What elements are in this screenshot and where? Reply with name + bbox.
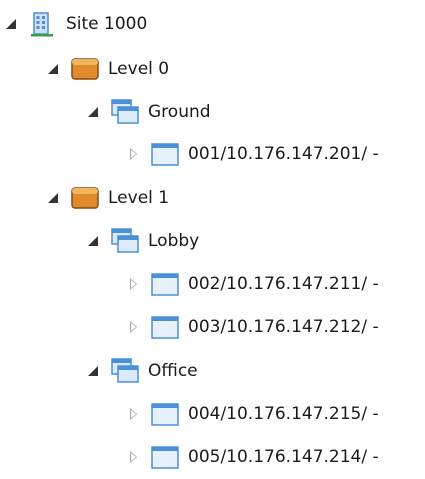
device-icon (150, 313, 180, 341)
expand-arrow-icon[interactable] (46, 191, 60, 205)
collapse-arrow-icon[interactable] (126, 407, 140, 421)
tree-node-label: Level 1 (108, 188, 170, 208)
tree-node-label: Ground (148, 102, 211, 122)
window-group-icon (110, 98, 140, 126)
level-icon (70, 55, 100, 83)
tree-node-label: Lobby (148, 231, 200, 251)
site-tree: Site 1000 Level 0 Ground 001/10.176.147.… (0, 0, 425, 479)
window-group-icon (110, 227, 140, 255)
tree-node-lobby[interactable]: Lobby (86, 221, 199, 261)
tree-node-level-1[interactable]: Level 1 (46, 178, 169, 218)
tree-node-device-004[interactable]: 004/10.176.147.215/ - (126, 394, 379, 434)
tree-node-label: Site 1000 (66, 14, 148, 34)
expand-arrow-icon[interactable] (46, 62, 60, 76)
tree-node-device-001[interactable]: 001/10.176.147.201/ - (126, 134, 379, 174)
collapse-arrow-icon[interactable] (126, 147, 140, 161)
collapse-arrow-icon[interactable] (126, 450, 140, 464)
level-icon (70, 184, 100, 212)
collapse-arrow-icon[interactable] (126, 277, 140, 291)
tree-node-device-003[interactable]: 003/10.176.147.212/ - (126, 307, 379, 347)
expand-arrow-icon[interactable] (86, 234, 100, 248)
expand-arrow-icon[interactable] (4, 17, 18, 31)
collapse-arrow-icon[interactable] (126, 320, 140, 334)
tree-node-label: 002/10.176.147.211/ - (188, 274, 379, 294)
tree-node-label: Level 0 (108, 59, 170, 79)
device-icon (150, 443, 180, 471)
tree-node-ground[interactable]: Ground (86, 92, 211, 132)
tree-node-device-002[interactable]: 002/10.176.147.211/ - (126, 264, 379, 304)
device-icon (150, 140, 180, 168)
tree-node-site-1000[interactable]: Site 1000 (4, 4, 147, 44)
device-icon (150, 400, 180, 428)
tree-node-label: Office (148, 361, 198, 381)
tree-node-label: 004/10.176.147.215/ - (188, 404, 379, 424)
tree-node-label: 005/10.176.147.214/ - (188, 447, 379, 467)
expand-arrow-icon[interactable] (86, 364, 100, 378)
tree-node-label: 001/10.176.147.201/ - (188, 144, 379, 164)
window-group-icon (110, 357, 140, 385)
tree-node-level-0[interactable]: Level 0 (46, 49, 169, 89)
expand-arrow-icon[interactable] (86, 105, 100, 119)
tree-node-label: 003/10.176.147.212/ - (188, 317, 379, 337)
device-icon (150, 270, 180, 298)
building-icon (28, 10, 58, 38)
tree-node-device-005[interactable]: 005/10.176.147.214/ - (126, 437, 379, 477)
tree-node-office[interactable]: Office (86, 351, 198, 391)
